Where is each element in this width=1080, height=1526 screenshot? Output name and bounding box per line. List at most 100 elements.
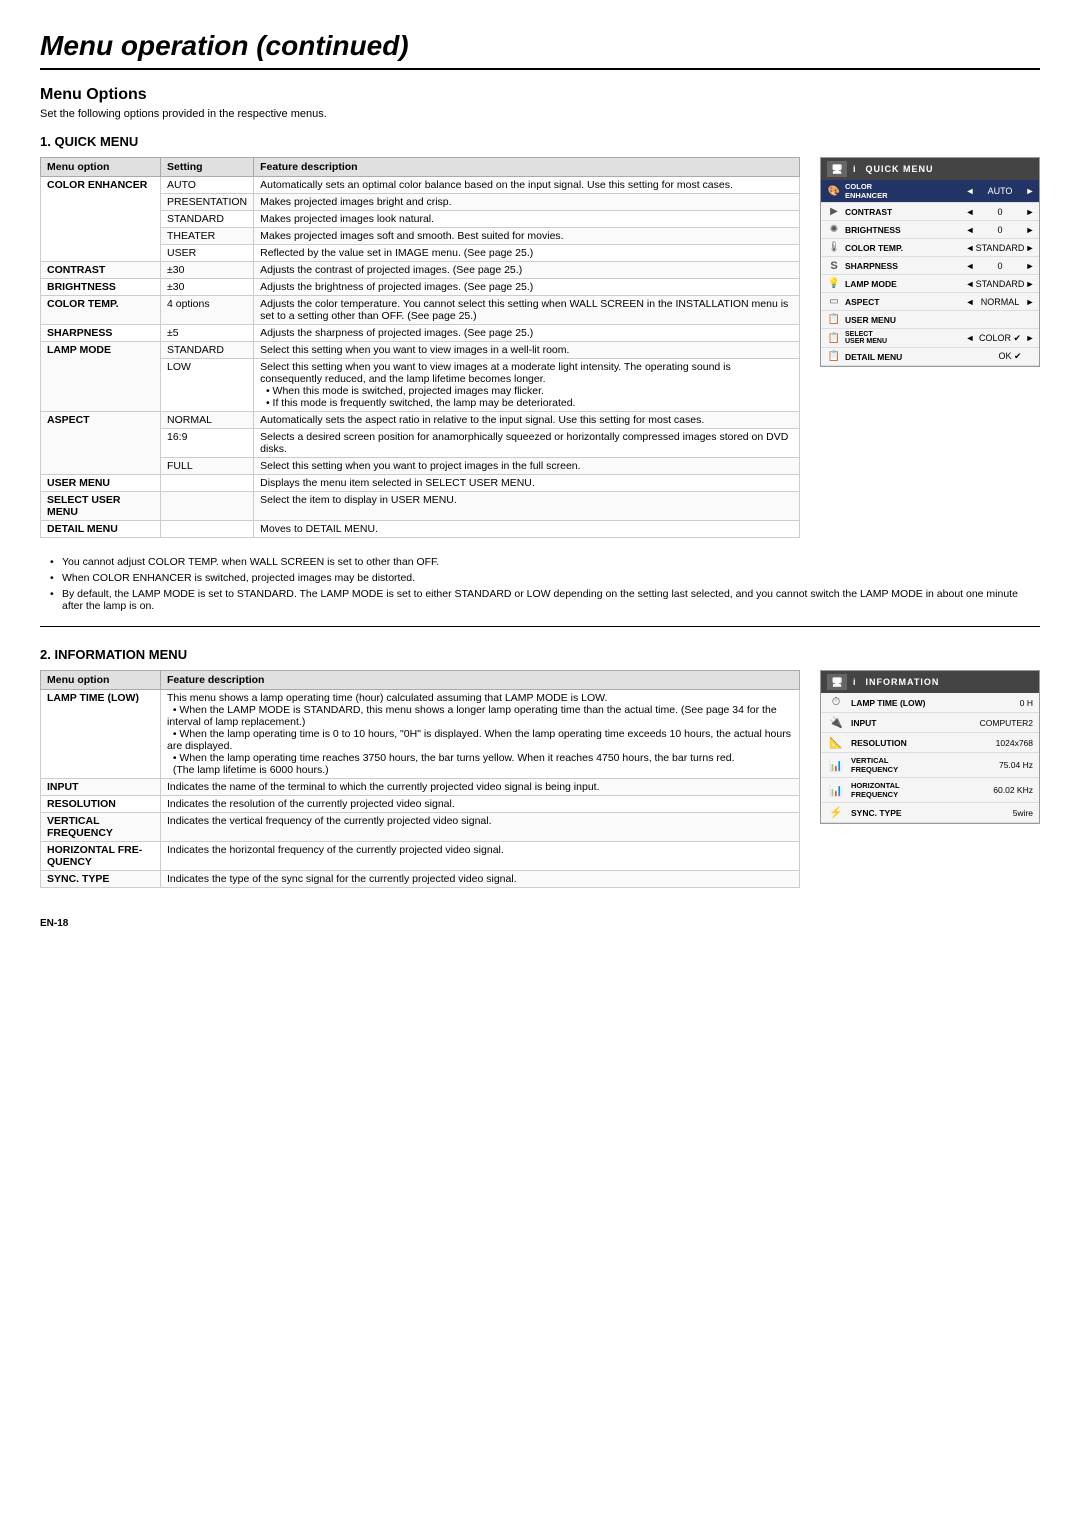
qm-row-lamp-mode: 💡 LAMP MODE ◄ STANDARD ► — [821, 275, 1039, 293]
quick-menu-table: Menu option Setting Feature description … — [40, 157, 800, 538]
qm-row-detail-menu: 📋 DETAIL MENU OK ✔ — [821, 348, 1039, 366]
qm-icon-detail-menu: 📋 — [825, 351, 843, 362]
qm-row-sharpness: S SHARPNESS ◄ 0 ► — [821, 257, 1039, 275]
table-row: CONTRAST ±30 Adjusts the contrast of pro… — [41, 262, 800, 279]
qm-icon-sharpness: S — [825, 260, 843, 272]
note-1: You cannot adjust COLOR TEMP. when WALL … — [50, 554, 1040, 570]
table-row: USER MENU Displays the menu item selecte… — [41, 475, 800, 492]
qm-row-select-user-menu: 📋 SELECTUSER MENU ◄ COLOR ✔ ► — [821, 329, 1039, 348]
quick-menu-notes: You cannot adjust COLOR TEMP. when WALL … — [40, 554, 1040, 614]
setting-sharpness: ±5 — [161, 325, 254, 342]
option-sharpness: SHARPNESS — [41, 325, 161, 342]
section-divider — [40, 626, 1040, 627]
qm-panel-box: 🖥 i QUICK MENU 🎨 COLORENHANCER ◄ AUTO ► … — [820, 157, 1040, 367]
qm-row-brightness: ✺ BRIGHTNESS ◄ 0 ► — [821, 221, 1039, 239]
col-header-desc: Feature description — [254, 158, 800, 177]
info-label-vert-freq: VERTICALFREQUENCY — [851, 756, 957, 774]
option-contrast: CONTRAST — [41, 262, 161, 279]
info-col-header-desc: Feature description — [161, 671, 800, 690]
qm-icon-user-menu: 📋 — [825, 314, 843, 325]
qm-value-detail-menu: OK ✔ — [985, 351, 1035, 362]
qm-label-color-enhancer: COLORENHANCER — [843, 182, 965, 200]
qm-label-user-menu: USER MENU — [843, 315, 985, 325]
info-value-lamp-time: 0 H — [963, 698, 1033, 708]
desc-theater: Makes projected images soft and smooth. … — [254, 228, 800, 245]
qm-row-contrast: ▶ CONTRAST ◄ 0 ► — [821, 203, 1039, 221]
information-content: Menu option Feature description LAMP TIM… — [40, 670, 1040, 888]
info-label-resolution: RESOLUTION — [851, 738, 957, 748]
qm-icon-color-temp: 🌡 — [825, 242, 843, 253]
desc-presentation: Makes projected images bright and crisp. — [254, 194, 800, 211]
qm-label-aspect: ASPECT — [843, 297, 965, 307]
setting-presentation: PRESENTATION — [161, 194, 254, 211]
qm-row-aspect: ▭ ASPECT ◄ NORMAL ► — [821, 293, 1039, 311]
info-option-resolution: RESOLUTION — [41, 796, 161, 813]
info-icon-label: i — [853, 677, 856, 687]
info-option-vert-freq: VERTICAL FREQUENCY — [41, 813, 161, 842]
qm-arrow-left-aspect: ◄ — [965, 297, 975, 307]
info-desc-sync-type: Indicates the type of the sync signal fo… — [161, 871, 800, 888]
table-row: DETAIL MENU Moves to DETAIL MENU. — [41, 521, 800, 538]
qm-arrow-right-sum: ► — [1025, 333, 1035, 343]
info-value-vert-freq: 75.04 Hz — [963, 760, 1033, 770]
desc-color-temp: Adjusts the color temperature. You canno… — [254, 296, 800, 325]
page-number: EN-18 — [40, 918, 1040, 929]
desc-standard-ce: Makes projected images look natural. — [254, 211, 800, 228]
qm-icon: 🖥 — [827, 161, 847, 177]
information-menu-header: 2. INFORMATION menu — [40, 647, 1040, 662]
table-row: SHARPNESS ±5 Adjusts the sharpness of pr… — [41, 325, 800, 342]
qm-icon-aspect: ▭ — [825, 296, 843, 307]
qm-arrow-left-contrast: ◄ — [965, 207, 975, 217]
table-row: VERTICAL FREQUENCY Indicates the vertica… — [41, 813, 800, 842]
option-lamp-mode: LAMP MODE — [41, 342, 161, 412]
option-detail-menu: DETAIL MENU — [41, 521, 161, 538]
desc-select-user-menu: Select the item to display in USER MENU. — [254, 492, 800, 521]
qm-label-lamp-mode: LAMP MODE — [843, 279, 965, 289]
option-user-menu: USER MENU — [41, 475, 161, 492]
qm-value-aspect: NORMAL — [975, 297, 1025, 307]
info-icon-vert-freq: 📊 — [827, 759, 845, 772]
info-desc-lamp-time: This menu shows a lamp operating time (h… — [161, 690, 800, 779]
qm-icon-select-user-menu: 📋 — [825, 333, 843, 344]
table-row: SELECT USER MENU Select the item to disp… — [41, 492, 800, 521]
table-row: LAMP MODE STANDARD Select this setting w… — [41, 342, 800, 359]
option-select-user-menu: SELECT USER MENU — [41, 492, 161, 521]
qm-value-sum: COLOR ✔ — [975, 333, 1025, 344]
section-title: Menu Options — [40, 86, 1040, 104]
setting-color-temp: 4 options — [161, 296, 254, 325]
info-row-sync-type: ⚡ SYNC. TYPE 5wire — [821, 803, 1039, 823]
qm-arrow-right-ce: ► — [1025, 186, 1035, 196]
note-2: When COLOR ENHANCER is switched, project… — [50, 570, 1040, 586]
info-row-resolution: 📐 RESOLUTION 1024x768 — [821, 733, 1039, 753]
table-row: COLOR TEMP. 4 options Adjusts the color … — [41, 296, 800, 325]
info-icon-sync-type: ⚡ — [827, 806, 845, 819]
desc-sharpness: Adjusts the sharpness of projected image… — [254, 325, 800, 342]
qm-icon-lamp-mode: 💡 — [825, 278, 843, 289]
setting-standard-ce: STANDARD — [161, 211, 254, 228]
info-sidebar-box: 🖥 i INFORMATION ⏱ LAMP TIME (LOW) 0 H 🔌 … — [820, 670, 1040, 824]
info-label-horiz-freq: HORIZONTALFREQUENCY — [851, 781, 957, 799]
qm-panel-title: i — [853, 164, 856, 174]
info-value-input: COMPUTER2 — [963, 718, 1033, 728]
quick-menu-content: Menu option Setting Feature description … — [40, 157, 1040, 538]
table-row: BRIGHTNESS ±30 Adjusts the brightness of… — [41, 279, 800, 296]
qm-row-color-temp: 🌡 COLOR TEMP. ◄ STANDARD ► — [821, 239, 1039, 257]
quick-menu-header: 1. QUICK MENU — [40, 134, 1040, 149]
desc-aspect-full: Select this setting when you want to pro… — [254, 458, 800, 475]
quick-menu-panel: 🖥 i QUICK MENU 🎨 COLORENHANCER ◄ AUTO ► … — [820, 157, 1040, 538]
qm-label-sharpness: SHARPNESS — [843, 261, 965, 271]
info-value-resolution: 1024x768 — [963, 738, 1033, 748]
qm-row-color-enhancer: 🎨 COLORENHANCER ◄ AUTO ► — [821, 180, 1039, 203]
page-title: Menu operation (continued) — [40, 30, 1040, 70]
desc-aspect-normal: Automatically sets the aspect ratio in r… — [254, 412, 800, 429]
qm-panel-header: 🖥 i QUICK MENU — [821, 158, 1039, 180]
desc-aspect-169: Selects a desired screen position for an… — [254, 429, 800, 458]
option-color-temp: COLOR TEMP. — [41, 296, 161, 325]
info-option-horiz-freq: HORIZONTAL FRE-QUENCY — [41, 842, 161, 871]
info-panel-header: 🖥 i INFORMATION — [821, 671, 1039, 693]
qm-arrow-left-ct: ◄ — [965, 243, 975, 253]
qm-arrow-left-brightness: ◄ — [965, 225, 975, 235]
qm-arrow-left-sum: ◄ — [965, 333, 975, 343]
setting-lamp-standard: STANDARD — [161, 342, 254, 359]
qm-arrow-left-lamp: ◄ — [965, 279, 975, 289]
